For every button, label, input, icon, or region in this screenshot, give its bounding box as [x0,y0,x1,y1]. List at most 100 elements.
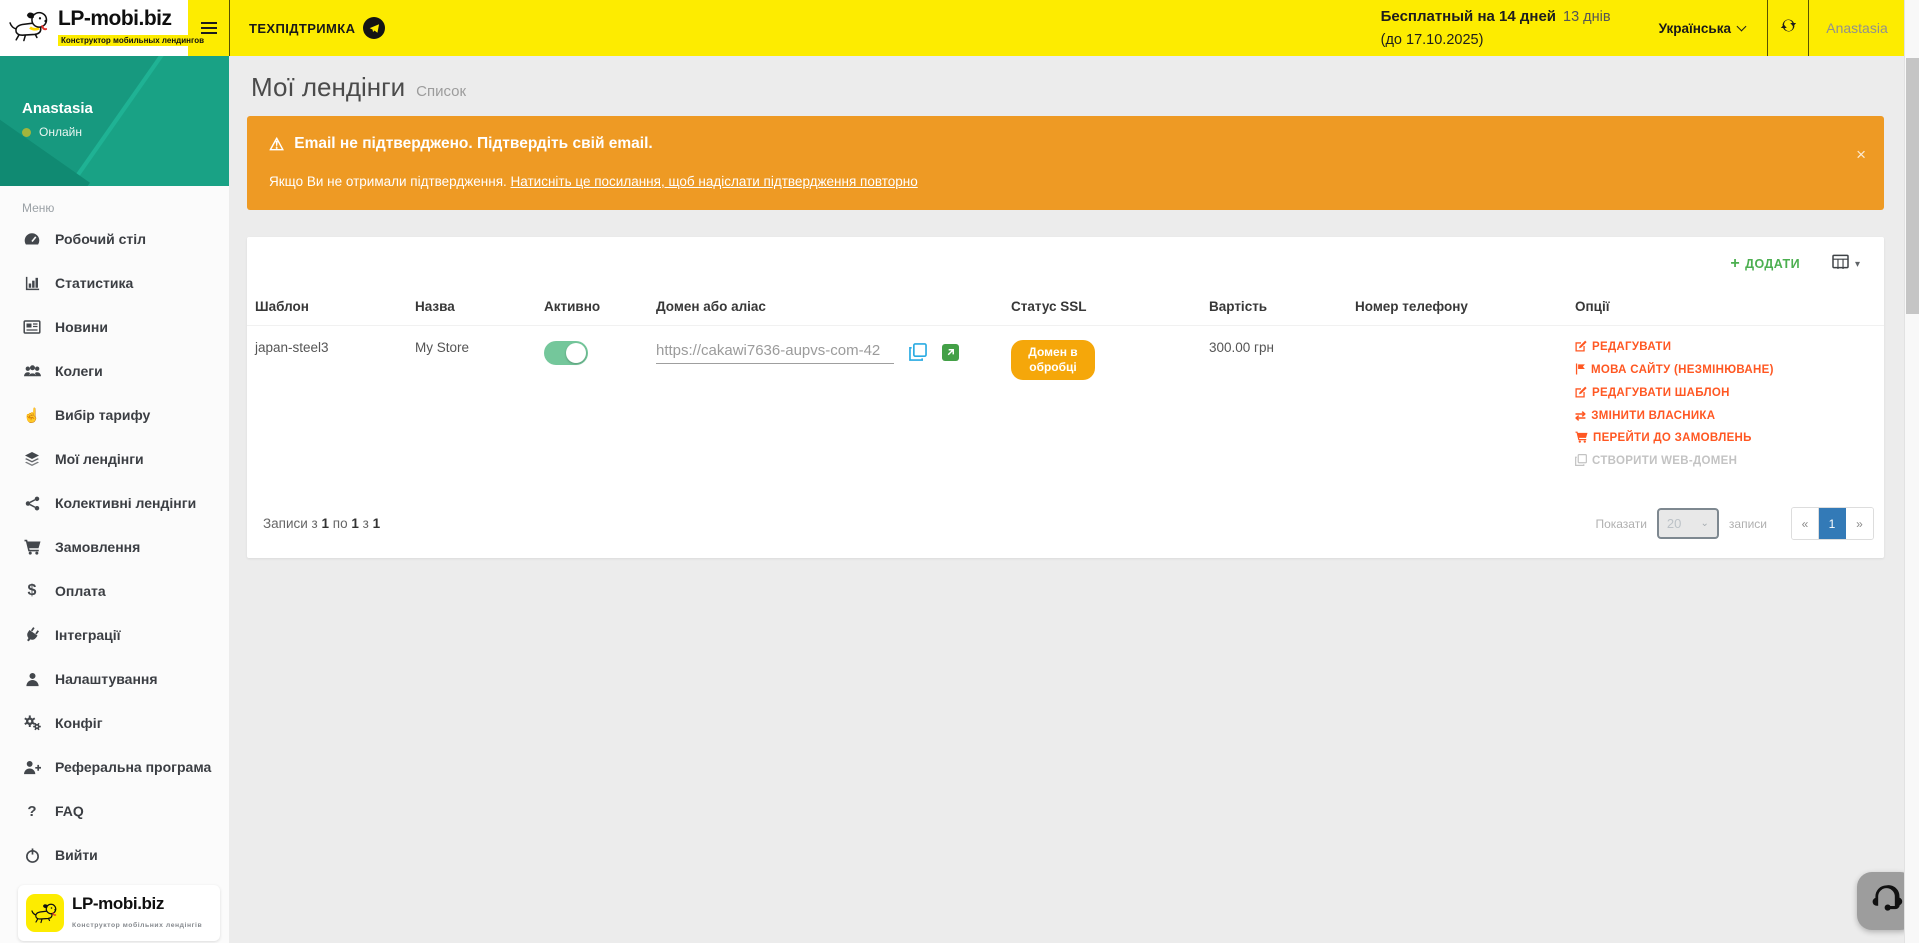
user-icon [22,672,42,687]
cell-options: РЕДАГУВАТИ МОВА САЙТУ (НЕЗМІНЮВАНЕ) РЕДА… [1567,326,1884,492]
close-icon[interactable]: × [1856,146,1866,163]
sidebar-item-label: Вибір тарифу [55,407,150,423]
sidebar-item-label: Новини [55,319,108,335]
column-header-phone: Номер телефону [1347,291,1567,326]
column-header-active: Активно [536,291,648,326]
dog-logo-icon [7,8,53,49]
table-row: japan-steel3 My Store [247,326,1884,492]
cart-icon [22,539,42,555]
page-subtitle: Список [416,83,466,100]
trial-plan: Бесплатный на 14 дней [1381,8,1556,25]
sidebar-item-statistics[interactable]: Статистика [0,261,229,305]
hamburger-menu-button[interactable] [188,0,229,56]
copy-icon[interactable] [909,343,927,361]
language-label: Українська [1659,21,1731,36]
cell-name: My Store [407,326,536,492]
online-status-dot [22,128,31,137]
option-label: ПЕРЕЙТИ ДО ЗАМОВЛЕНЬ [1593,432,1752,444]
page-1-button[interactable]: 1 [1819,508,1846,539]
cart-icon [1575,431,1588,445]
next-page-button[interactable]: » [1846,508,1873,539]
sidebar-item-label: Налаштування [55,671,158,687]
prev-page-button[interactable]: « [1792,508,1819,539]
language-icon [1575,363,1586,377]
gears-icon [22,715,42,731]
domain-input[interactable] [656,340,894,364]
sidebar-user-panel: Anastasia Онлайн [0,56,229,186]
user-plus-icon [22,760,42,775]
sidebar-item-news[interactable]: Новини [0,305,229,349]
scrollbar-thumb[interactable] [1906,58,1919,314]
sidebar-item-logout[interactable]: Вийти [0,833,229,877]
sidebar-menu: Робочий стіл Статистика Новини Колеги ☝ … [0,217,229,877]
option-create-web-domain: СТВОРИТИ WEB-ДОМЕН [1575,454,1876,468]
option-edit-template[interactable]: РЕДАГУВАТИ ШАБЛОН [1575,386,1876,400]
ssl-status-badge: Домен в обробці [1011,340,1095,380]
sidebar: Anastasia Онлайн Меню Робочий стіл Стати… [0,56,229,943]
sidebar-item-integrations[interactable]: Інтеграції [0,613,229,657]
dashboard-icon [22,230,42,248]
sidebar-item-faq[interactable]: ? FAQ [0,789,229,833]
card-toolbar: + ДОДАТИ ▾ [247,237,1884,291]
headset-icon [1868,880,1905,922]
option-site-language[interactable]: МОВА САЙТУ (НЕЗМІНЮВАНЕ) [1575,363,1876,377]
column-visibility-button[interactable]: ▾ [1832,254,1860,274]
language-selector[interactable]: Українська [1637,0,1767,56]
pagination-controls: Показати 20 ⌄ записи « 1 » [1595,507,1874,540]
header-username[interactable]: Anastasia [1809,0,1905,56]
sidebar-item-settings[interactable]: Налаштування [0,657,229,701]
sidebar-item-config[interactable]: Конфіг [0,701,229,745]
refresh-button[interactable] [1768,0,1808,56]
sidebar-item-my-landings[interactable]: Мої лендінги [0,437,229,481]
sidebar-item-label: Мої лендінги [55,451,144,467]
sidebar-item-collective-landings[interactable]: Колективні лендінги [0,481,229,525]
external-link-icon[interactable] [942,344,959,361]
sidebar-item-label: FAQ [55,803,84,819]
option-go-to-orders[interactable]: ПЕРЕЙТИ ДО ЗАМОВЛЕНЬ [1575,431,1876,445]
column-header-domain: Домен або аліас [648,291,1003,326]
column-header-price: Вартість [1201,291,1347,326]
active-toggle[interactable] [544,341,588,365]
news-icon [22,318,42,336]
top-header: LP-mobi.biz Конструктор мобильных лендин… [0,0,1919,56]
logo[interactable]: LP-mobi.biz Конструктор мобильных лендин… [0,0,188,56]
sidebar-item-orders[interactable]: Замовлення [0,525,229,569]
sidebar-item-dashboard[interactable]: Робочий стіл [0,217,229,261]
edit-icon [1575,340,1587,354]
landings-icon [22,450,42,468]
option-label: ЗМІНИТИ ВЛАСНИКА [1591,410,1715,422]
dollar-icon: $ [22,582,42,600]
page-size-select[interactable]: 20 ⌄ [1657,508,1719,539]
banner-title: Email не підтверджено. Підтвердіть свій … [294,135,652,153]
add-button[interactable]: + ДОДАТИ [1730,256,1800,272]
main-content: Мої лендінги Список ⚠ Email не підтвердж… [229,56,1902,943]
option-change-owner[interactable]: ⇄ ЗМІНИТИ ВЛАСНИКА [1575,409,1876,422]
app-root: LP-mobi.biz Конструктор мобильных лендин… [0,0,1919,943]
sidebar-item-colleagues[interactable]: Колеги [0,349,229,393]
page-size-value: 20 [1667,516,1681,531]
sidebar-item-payment[interactable]: $ Оплата [0,569,229,613]
column-header-ssl: Статус SSL [1003,291,1201,326]
banner-text-plain: Якщо Ви не отримали підтвердження. [269,174,511,189]
power-icon [22,848,42,863]
scrollbar-track[interactable] [1904,0,1919,943]
exchange-icon: ⇄ [1575,409,1586,422]
chart-icon [22,275,42,292]
trial-info: Бесплатный на 14 дней13 днів (до 17.10.2… [1381,0,1637,56]
sidebar-item-referral[interactable]: Реферальна програма [0,745,229,789]
resend-confirmation-link[interactable]: Натисніть це посилання, щоб надіслати пі… [511,174,918,189]
sidebar-footer-logo[interactable]: LP-mobi.biz Конструктор мобільних лендін… [18,885,220,941]
trial-days-left: 13 днів [1563,9,1611,25]
sidebar-user-name: Anastasia [22,100,93,117]
caret-down-icon: ▾ [1855,259,1860,270]
support-button[interactable]: ТЕХПІДТРИМКА [230,0,404,56]
option-label: МОВА САЙТУ (НЕЗМІНЮВАНЕ) [1591,364,1774,376]
plus-icon: + [1730,256,1740,272]
option-edit[interactable]: РЕДАГУВАТИ [1575,340,1876,354]
telegram-icon [363,17,385,39]
cell-price: 300.00 грн [1201,326,1347,492]
banner-text: Якщо Ви не отримали підтвердження. Натис… [269,174,1862,189]
sidebar-item-label: Інтеграції [55,627,121,643]
sidebar-item-tariff[interactable]: ☝ Вибір тарифу [0,393,229,437]
banner-title-row: ⚠ Email не підтверджено. Підтвердіть сві… [269,135,1862,153]
